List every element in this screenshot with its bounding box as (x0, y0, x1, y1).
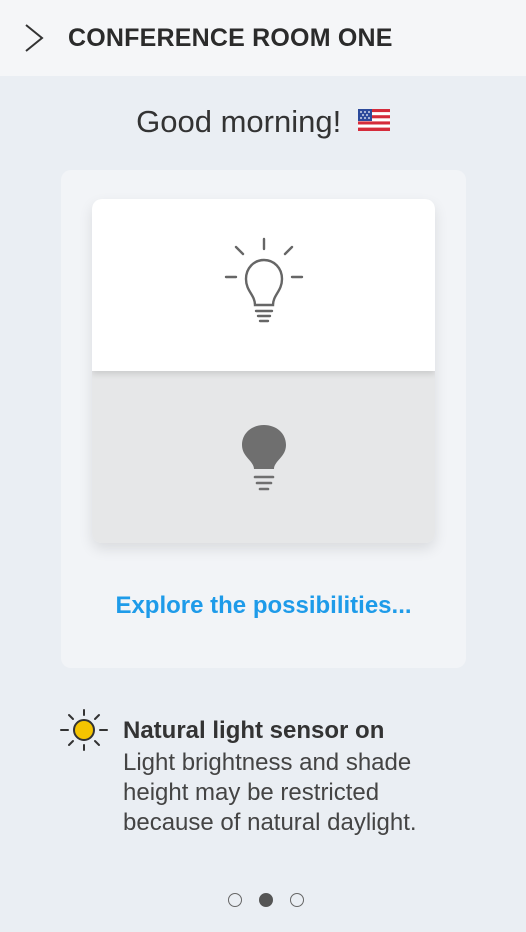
greeting-text: Good morning! (136, 104, 342, 139)
us-flag-icon (357, 103, 390, 139)
light-off-button[interactable] (92, 371, 435, 543)
sensor-description: Light brightness and shade height may be… (123, 749, 417, 836)
light-switch (92, 199, 435, 543)
chevron-right-icon[interactable] (22, 22, 46, 54)
page-dot-1[interactable] (228, 893, 242, 907)
explore-link[interactable]: Explore the possibilities... (61, 592, 466, 620)
page-dot-2-active[interactable] (259, 893, 273, 907)
light-on-button[interactable] (92, 199, 435, 371)
page-indicator (228, 891, 321, 909)
lightbulb-on-icon (222, 235, 306, 332)
lightbulb-off-icon (239, 423, 289, 504)
greeting: Good morning! (0, 104, 526, 140)
room-title: CONFERENCE ROOM ONE (68, 24, 393, 52)
sensor-title: Natural light sensor on (123, 717, 385, 744)
page-dot-3[interactable] (290, 893, 304, 907)
header-bar: CONFERENCE ROOM ONE (0, 0, 526, 76)
sun-icon (58, 708, 110, 757)
